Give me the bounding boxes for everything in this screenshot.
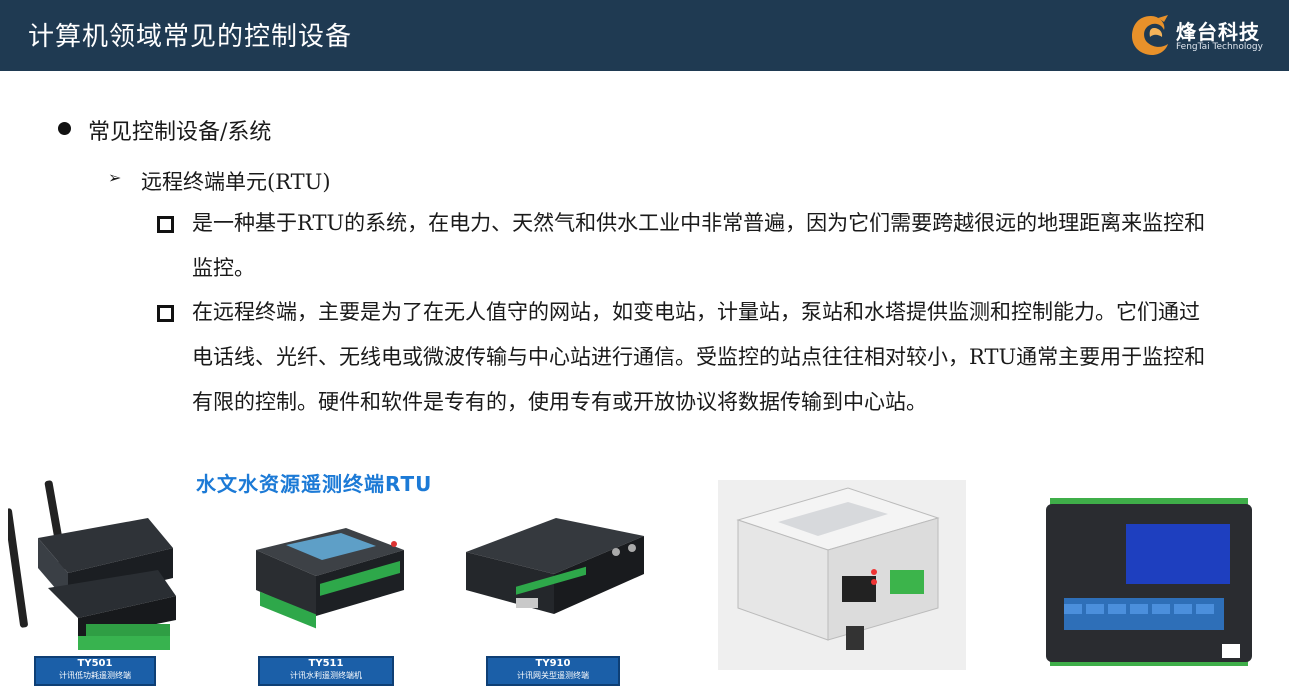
product-image-ty511 xyxy=(236,520,406,630)
product-desc: 计讯水利遥测终端机 xyxy=(290,671,362,680)
logo-chinese-name: 烽台科技 xyxy=(1176,20,1260,44)
product-image-ty910 xyxy=(456,512,646,632)
product-label-ty501: TY501 计讯低功耗遥测终端 xyxy=(34,656,156,686)
dragon-logo-icon xyxy=(1132,15,1168,55)
page-title: 计算机领域常见的控制设备 xyxy=(28,22,353,52)
product-banner-title: 水文水资源遥测终端RTU xyxy=(196,472,433,496)
logo-english-name: FengTai Technology xyxy=(1176,42,1263,52)
square-bullet-icon xyxy=(157,216,174,233)
paragraph-2: 在远程终端，主要是为了在无人值守的网站，如变电站，计量站，泵站和水塔提供监测和控… xyxy=(192,300,1206,414)
product-label-ty511: TY511 计讯水利遥测终端机 xyxy=(258,656,394,686)
paragraph-1: 是一种基于RTU的系统，在电力、天然气和供水工业中非常普遍，因为它们需要跨越很远… xyxy=(192,211,1206,280)
product-image-ty501 xyxy=(4,478,178,658)
company-logo: 烽台科技 FengTai Technology xyxy=(1128,10,1278,60)
product-image-fiber-converter xyxy=(718,480,966,670)
square-bullet-icon xyxy=(157,305,174,322)
product-label-ty910: TY910 计讯网关型遥测终端 xyxy=(486,656,620,686)
bullet-level2-text: 远程终端单元(RTU) xyxy=(141,170,331,194)
header-bar: 计算机领域常见的控制设备 烽台科技 FengTai Technology xyxy=(0,0,1289,71)
product-model: TY511 xyxy=(308,658,344,669)
product-model: TY910 xyxy=(535,658,571,669)
product-desc: 计讯低功耗遥测终端 xyxy=(59,671,131,680)
arrow-bullet-icon: ➢ xyxy=(108,168,122,187)
product-desc: 计讯网关型遥测终端 xyxy=(517,671,589,680)
product-image-control-panel xyxy=(1042,494,1256,670)
bullet-level1-text: 常见控制设备/系统 xyxy=(88,120,272,145)
product-model: TY501 xyxy=(77,658,113,669)
bullet-dot-icon xyxy=(58,122,71,135)
